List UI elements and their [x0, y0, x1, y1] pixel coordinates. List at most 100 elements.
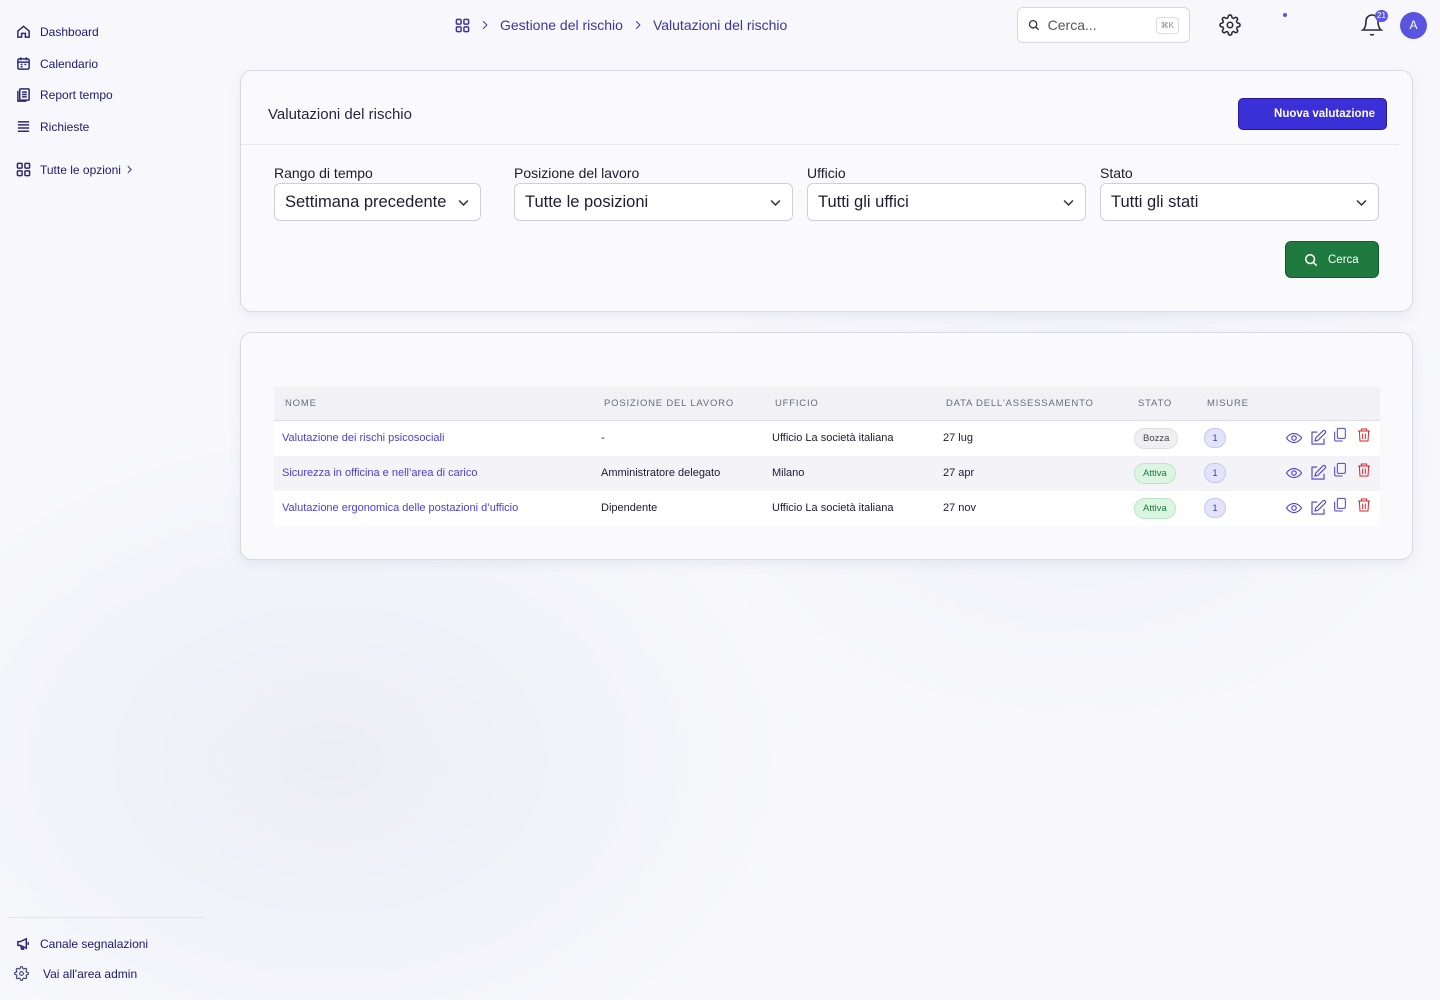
- assessment-office: Milano: [772, 467, 805, 479]
- table-row: Sicurezza in officina e nell’area di car…: [274, 456, 1380, 491]
- edit-icon: [1311, 464, 1327, 480]
- search-button-label: Cerca: [1328, 253, 1359, 266]
- duplicate-button[interactable]: [1332, 461, 1350, 479]
- time-range-select[interactable]: Settimana precedente: [274, 183, 481, 221]
- assessment-office: Ufficio La società italiana: [772, 432, 894, 444]
- search-icon: [1028, 19, 1040, 31]
- assessments-table: NOME POSIZIONE DEL LAVORO UFFICIO DATA D…: [274, 387, 1380, 526]
- measures-count-badge: 1: [1204, 498, 1226, 518]
- assessment-position: Amministratore delegato: [601, 467, 721, 479]
- view-button[interactable]: [1285, 429, 1303, 447]
- chevron-right-icon: [635, 20, 641, 30]
- status-badge: Bozza: [1134, 428, 1179, 449]
- report-icon: [17, 88, 30, 102]
- sidebar-item-admin[interactable]: Vai all'area admin: [14, 966, 137, 981]
- measures-count-badge: 1: [1204, 463, 1226, 483]
- trash-icon: [1358, 463, 1370, 477]
- assessment-position: -: [601, 432, 605, 444]
- chevron-down-icon: [770, 199, 781, 206]
- copy-icon: [1334, 427, 1346, 442]
- view-button[interactable]: [1285, 464, 1303, 482]
- edit-button[interactable]: [1309, 429, 1327, 447]
- sidebar-all-options[interactable]: Tutte le opzioni: [16, 162, 134, 177]
- copy-icon: [1334, 462, 1346, 477]
- grid-icon[interactable]: [455, 18, 470, 33]
- eye-icon: [1285, 467, 1303, 479]
- time-range-label: Rango di tempo: [274, 165, 373, 181]
- card-divider: [241, 144, 1399, 145]
- status-badge: Attiva: [1134, 463, 1176, 484]
- sidebar-item-dashboard[interactable]: Dashboard: [16, 24, 99, 39]
- office-label: Ufficio: [807, 165, 846, 181]
- office-select[interactable]: Tutti gli uffici: [807, 183, 1086, 221]
- delete-button[interactable]: [1356, 461, 1374, 479]
- gear-icon: [14, 966, 29, 981]
- breadcrumb-item-gestione[interactable]: Gestione del rischio: [500, 17, 623, 33]
- list-icon: [17, 121, 30, 132]
- delete-button[interactable]: [1356, 496, 1374, 514]
- column-header-office[interactable]: UFFICIO: [775, 398, 819, 409]
- trash-icon: [1358, 428, 1370, 442]
- column-header-status[interactable]: STATO: [1138, 398, 1172, 409]
- edit-button[interactable]: [1309, 499, 1327, 517]
- eye-icon: [1285, 432, 1303, 444]
- sidebar-item-richieste[interactable]: Richieste: [16, 119, 89, 134]
- calendar-icon: [17, 57, 30, 70]
- sidebar: Dashboard Calendario Report tempo Richie…: [0, 0, 210, 1000]
- column-header-name[interactable]: NOME: [285, 398, 317, 409]
- column-header-measures[interactable]: MISURE: [1207, 398, 1249, 409]
- chevron-down-icon: [458, 199, 469, 206]
- page-title: Valutazioni del rischio: [268, 106, 412, 123]
- search-shortcut: ⌘K: [1155, 16, 1179, 34]
- global-search[interactable]: ⌘K: [1017, 7, 1190, 43]
- status-select[interactable]: Tutti gli stati: [1100, 183, 1379, 221]
- search-input[interactable]: [1047, 17, 1148, 33]
- sidebar-all-options-label: Tutte le opzioni: [40, 162, 121, 177]
- search-button[interactable]: Cerca: [1285, 241, 1379, 278]
- chevron-right-icon: [127, 165, 132, 174]
- new-assessment-button[interactable]: Nuova valutazione: [1238, 98, 1387, 130]
- duplicate-button[interactable]: [1332, 426, 1350, 444]
- position-select[interactable]: Tutte le posizioni: [514, 183, 793, 221]
- sidebar-divider: [8, 917, 204, 918]
- measures-count-badge: 1: [1204, 428, 1226, 448]
- home-icon: [17, 25, 30, 38]
- sidebar-item-calendario[interactable]: Calendario: [16, 56, 98, 71]
- grid-icon: [16, 162, 31, 177]
- sidebar-item-canale-segnalazioni[interactable]: Canale segnalazioni: [16, 936, 148, 951]
- office-value: Tutti gli uffici: [818, 192, 909, 211]
- assessment-date: 27 nov: [943, 502, 977, 514]
- view-button[interactable]: [1285, 499, 1303, 517]
- table-row: Valutazione ergonomica delle postazioni …: [274, 491, 1380, 526]
- delete-button[interactable]: [1356, 426, 1374, 444]
- assessment-office: Ufficio La società italiana: [772, 502, 894, 514]
- duplicate-button[interactable]: [1332, 496, 1350, 514]
- copy-icon: [1334, 497, 1346, 512]
- column-header-date[interactable]: DATA DELL'ASSESSAMENTO: [946, 398, 1094, 409]
- edit-icon: [1311, 499, 1327, 515]
- position-label: Posizione del lavoro: [514, 165, 640, 181]
- sidebar-item-label: Richieste: [40, 119, 90, 134]
- assessment-date: 27 apr: [943, 467, 975, 479]
- time-range-value: Settimana precedente: [285, 192, 447, 211]
- trash-icon: [1358, 498, 1370, 512]
- assessment-name-link[interactable]: Valutazione dei rischi psicosociali: [282, 432, 444, 444]
- edit-button[interactable]: [1309, 464, 1327, 482]
- sidebar-item-report-tempo[interactable]: Report tempo: [16, 87, 113, 102]
- table-row: Valutazione dei rischi psicosociali - Uf…: [274, 421, 1380, 456]
- sidebar-item-label: Calendario: [40, 56, 99, 71]
- position-value: Tutte le posizioni: [525, 192, 649, 211]
- column-header-position[interactable]: POSIZIONE DEL LAVORO: [604, 398, 734, 409]
- assessment-name-link[interactable]: Valutazione ergonomica delle postazioni …: [282, 502, 518, 514]
- assessment-name-link[interactable]: Sicurezza in officina e nell’area di car…: [282, 467, 477, 479]
- sidebar-item-label: Report tempo: [40, 87, 113, 102]
- settings-gear-icon[interactable]: [1219, 14, 1241, 36]
- table-card: NOME POSIZIONE DEL LAVORO UFFICIO DATA D…: [240, 332, 1413, 560]
- status-badge: Attiva: [1134, 498, 1176, 519]
- table-header: NOME POSIZIONE DEL LAVORO UFFICIO DATA D…: [274, 387, 1380, 421]
- status-label: Stato: [1100, 165, 1133, 181]
- avatar[interactable]: A: [1400, 12, 1427, 39]
- chevron-right-icon: [482, 20, 488, 30]
- breadcrumb-item-valutazioni[interactable]: Valutazioni del rischio: [653, 17, 787, 33]
- chevron-down-icon: [1063, 199, 1074, 206]
